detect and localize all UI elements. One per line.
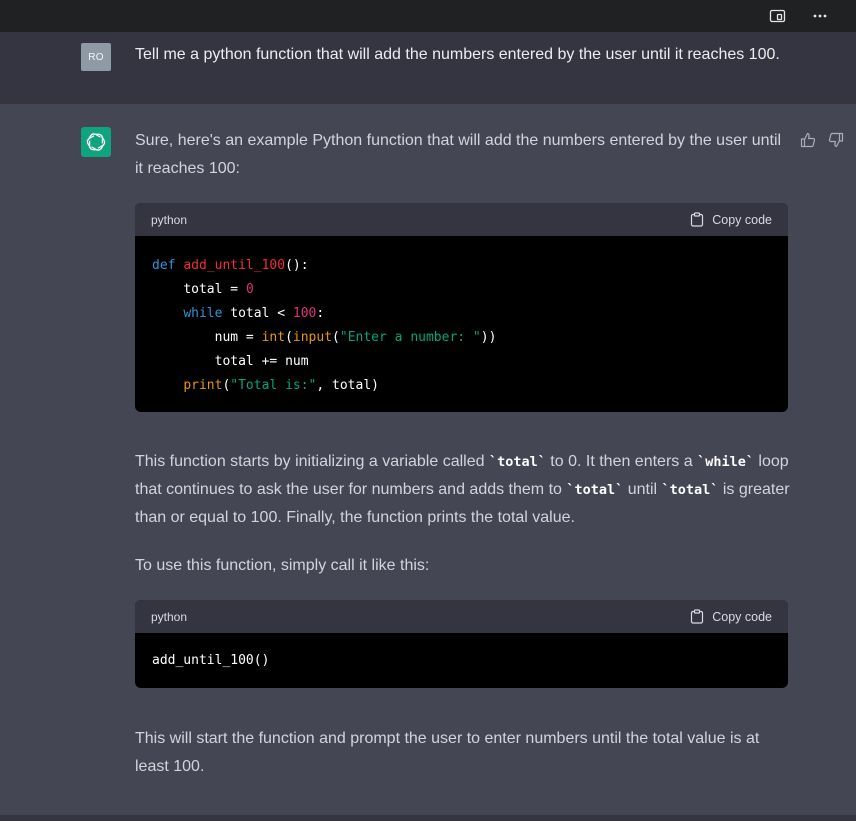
usage-intro-text: To use this function, simply call it lik…: [135, 557, 430, 574]
code-header: python Copy code: [135, 203, 788, 236]
code-language-label: python: [151, 212, 188, 227]
assistant-avatar: [81, 127, 111, 157]
thumbs-up-icon[interactable]: [800, 132, 816, 148]
clipboard-icon: [691, 609, 704, 624]
copy-code-button[interactable]: Copy code: [690, 212, 772, 227]
more-icon[interactable]: [811, 7, 829, 25]
copy-code-label: Copy code: [712, 609, 772, 624]
inline-code: `while`: [697, 454, 754, 470]
top-bar: [0, 0, 856, 32]
copy-code-label: Copy code: [712, 212, 772, 227]
assistant-intro-text: Sure, here's an example Python function …: [135, 132, 782, 177]
inline-code: `total`: [566, 482, 624, 498]
divider: [0, 815, 856, 821]
sidebar-toggle-icon[interactable]: [768, 7, 786, 25]
code-content: def add_until_100(): total = 0 while tot…: [152, 258, 497, 393]
thumbs-down-icon[interactable]: [828, 132, 844, 148]
inline-code: `total`: [488, 454, 546, 470]
copy-code-button[interactable]: Copy code: [690, 609, 772, 624]
explanation-text: This function starts by initializing a v…: [135, 453, 790, 526]
code-block: python Copy code def add_until_100(): to…: [135, 203, 788, 412]
code-language-label: python: [151, 609, 188, 624]
user-avatar: RO: [81, 43, 111, 71]
openai-logo-icon: [86, 133, 106, 151]
user-message-row: [0, 32, 856, 104]
code-block: python Copy code add_until_100(): [135, 600, 788, 688]
code-header: python Copy code: [135, 600, 788, 633]
closing-text: This will start the function and prompt …: [135, 730, 760, 775]
code-content: add_until_100(): [152, 653, 270, 668]
user-message-text: Tell me a python function that will add …: [135, 46, 780, 63]
clipboard-icon: [691, 212, 704, 227]
inline-code: `total`: [661, 482, 719, 498]
